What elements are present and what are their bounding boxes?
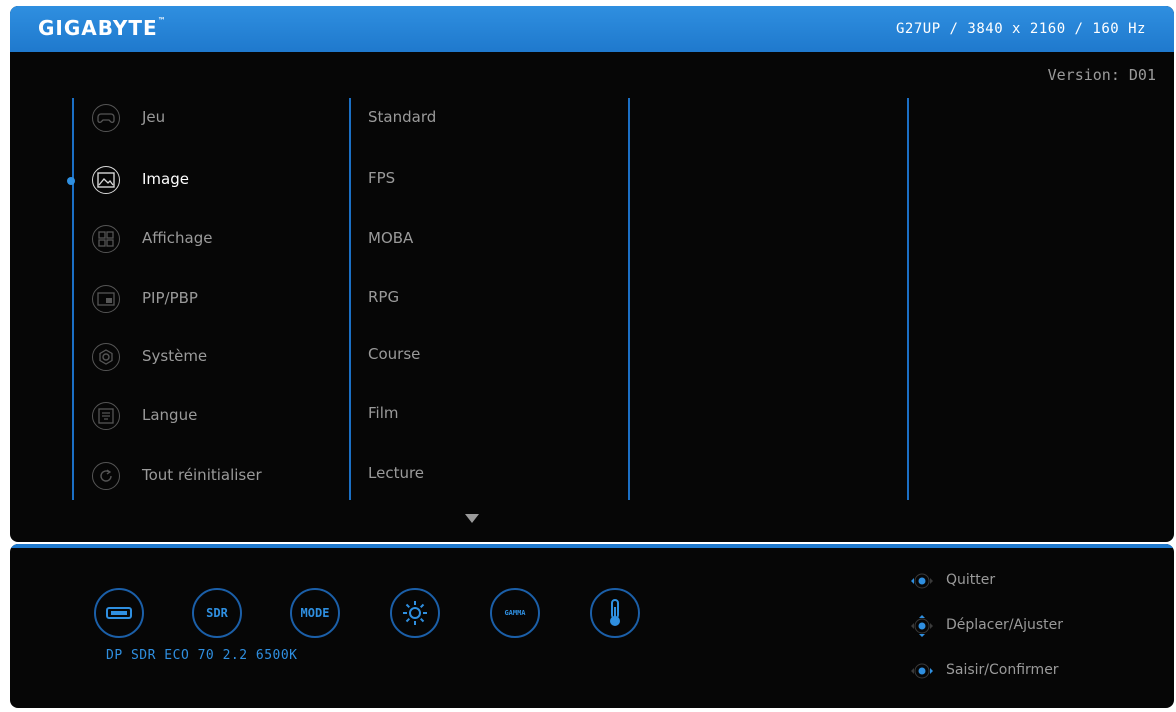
submenu-item-fps[interactable]: FPS [368,169,395,187]
column-divider-2 [349,98,351,500]
chevron-down-icon[interactable] [465,514,479,523]
hint-quitter: Quitter [906,570,1146,592]
reset-icon [92,462,120,490]
column-divider-3 [628,98,630,500]
input-port-icon [94,588,144,638]
submenu-item-moba[interactable]: MOBA [368,229,413,247]
picture-icon [92,166,120,194]
sdr-icon: SDR [192,588,242,638]
menu-label: PIP/PBP [142,289,198,307]
submenu-item-course[interactable]: Course [368,345,420,363]
hint-label: Saisir/Confirmer [946,662,1059,678]
joystick-right-icon [911,663,933,679]
brand-name: GIGABYTE [38,16,158,40]
version-label: Version: D01 [1047,66,1156,84]
menu-item-jeu[interactable]: Jeu [92,104,322,134]
submenu-item-film[interactable]: Film [368,404,398,422]
gamepad-icon [92,104,120,132]
language-icon [92,402,120,430]
model-info: G27UP / 3840 x 2160 / 160 Hz [895,21,1146,37]
pip-icon [92,285,120,313]
hint-label: Déplacer/Ajuster [946,617,1064,633]
menu-label: Image [142,170,189,188]
menu-item-affichage[interactable]: Affichage [92,225,322,255]
brightness-icon [390,588,440,638]
submenu-item-standard[interactable]: Standard [368,108,436,126]
menu-item-systeme[interactable]: Système [92,343,322,373]
joystick-updown-icon [911,615,933,637]
menu-label: Langue [142,406,198,424]
thermometer-icon [590,588,640,638]
gear-icon [92,343,120,371]
menu-item-pip-pbp[interactable]: PIP/PBP [92,285,322,315]
mode-icon: MODE [290,588,340,638]
quick-status-panel: SDR MODE GAMMA DP SDR ECO 70 2.2 6500K Q… [10,544,1174,708]
gamma-icon: GAMMA [490,588,540,638]
selection-indicator [67,177,75,185]
column-divider-1 [72,98,74,500]
hint-deplacer-ajuster: Déplacer/Ajuster [906,615,1146,637]
menu-label: Jeu [142,108,166,126]
submenu-item-lecture[interactable]: Lecture [368,464,424,482]
header-bar: GIGABYTE™ G27UP / 3840 x 2160 / 160 Hz [10,6,1174,52]
display-grid-icon [92,225,120,253]
joystick-left-icon [911,573,933,589]
menu-item-tout-reinitialiser[interactable]: Tout réinitialiser [92,462,322,492]
osd-main-panel: GIGABYTE™ G27UP / 3840 x 2160 / 160 Hz V… [10,6,1174,542]
menu-item-image[interactable]: Image [92,166,322,196]
brand-trademark: ™ [157,16,167,25]
bottom-accent-line [10,544,1174,548]
brand-logo: GIGABYTE™ [38,16,167,40]
menu-item-langue[interactable]: Langue [92,402,322,432]
column-divider-4 [907,98,909,500]
menu-label: Affichage [142,229,213,247]
current-settings-status: DP SDR ECO 70 2.2 6500K [106,648,298,663]
hint-label: Quitter [946,572,996,588]
menu-label: Système [142,347,208,365]
submenu-item-rpg[interactable]: RPG [368,288,399,306]
hint-saisir-confirmer: Saisir/Confirmer [906,660,1146,682]
menu-label: Tout réinitialiser [142,466,262,484]
